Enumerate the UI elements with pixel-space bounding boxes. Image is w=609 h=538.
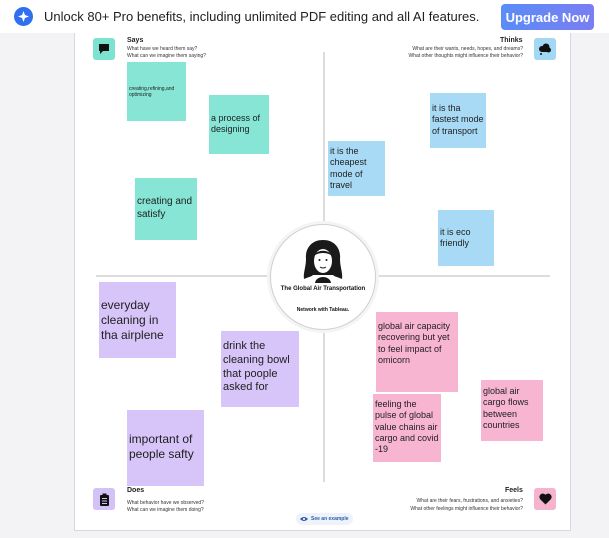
heart-icon bbox=[534, 488, 556, 510]
does-prompt-1: What behavior have we observed? bbox=[127, 500, 204, 506]
says-title: Says bbox=[127, 37, 144, 44]
sticky-note-does[interactable]: important of people safty bbox=[127, 410, 204, 486]
thought-cloud-icon bbox=[534, 38, 556, 60]
speech-bubble-icon bbox=[93, 38, 115, 60]
upgrade-banner: Unlock 80+ Pro benefits, including unlim… bbox=[0, 0, 609, 33]
eye-icon bbox=[300, 517, 308, 521]
upgrade-now-button[interactable]: Upgrade Now bbox=[501, 4, 594, 30]
persona-avatar-icon bbox=[303, 240, 343, 283]
sticky-note-thinks[interactable]: it is eco friendly bbox=[438, 210, 494, 266]
banner-text: Unlock 80+ Pro benefits, including unlim… bbox=[44, 9, 480, 24]
sticky-note-feels[interactable]: global air capacity recovering but yet t… bbox=[376, 312, 458, 392]
sticky-note-does[interactable]: drink the cleaning bowl that poople aske… bbox=[221, 331, 299, 407]
does-title: Does bbox=[127, 487, 145, 494]
says-prompt-2: What can we imagine them saying? bbox=[127, 53, 206, 59]
ai-spark-icon bbox=[14, 7, 33, 26]
thinks-prompt-2: What other thoughts might influence thei… bbox=[408, 53, 523, 59]
sticky-note-says[interactable]: creating,refining,and optimizing bbox=[127, 62, 186, 121]
persona-subtitle: Network with Tableau. bbox=[296, 307, 350, 313]
see-example-link[interactable]: See an example bbox=[296, 513, 353, 525]
thinks-title: Thinks bbox=[500, 37, 523, 44]
thinks-prompt-1: What are their wants, needs, hopes, and … bbox=[412, 46, 523, 52]
sticky-note-does[interactable]: everyday cleaning in tha airplene bbox=[99, 282, 176, 358]
feels-title: Feels bbox=[505, 487, 523, 494]
says-prompt-1: What have we heard them say? bbox=[127, 46, 198, 52]
sticky-note-says[interactable]: a process of designing bbox=[209, 95, 269, 154]
does-prompt-2: What can we imagine them doing? bbox=[127, 507, 204, 513]
sticky-note-thinks[interactable]: it is tha fastest mode of transport bbox=[430, 93, 486, 148]
sticky-note-feels[interactable]: feeling the pulse of global value chains… bbox=[373, 394, 441, 462]
sticky-note-says[interactable]: creating and satisfy bbox=[135, 178, 197, 240]
sticky-note-thinks[interactable]: it is the cheapest mode of travel bbox=[328, 141, 385, 196]
see-example-label: See an example bbox=[311, 516, 349, 522]
persona-name: The Global Air Transportation bbox=[280, 286, 366, 292]
feels-prompt-1: What are their fears, frustrations, and … bbox=[416, 498, 523, 504]
feels-prompt-2: What other feelings might influence thei… bbox=[410, 506, 523, 512]
clipboard-icon bbox=[93, 488, 115, 510]
sticky-note-feels[interactable]: global air cargo flows between countries bbox=[481, 380, 543, 441]
